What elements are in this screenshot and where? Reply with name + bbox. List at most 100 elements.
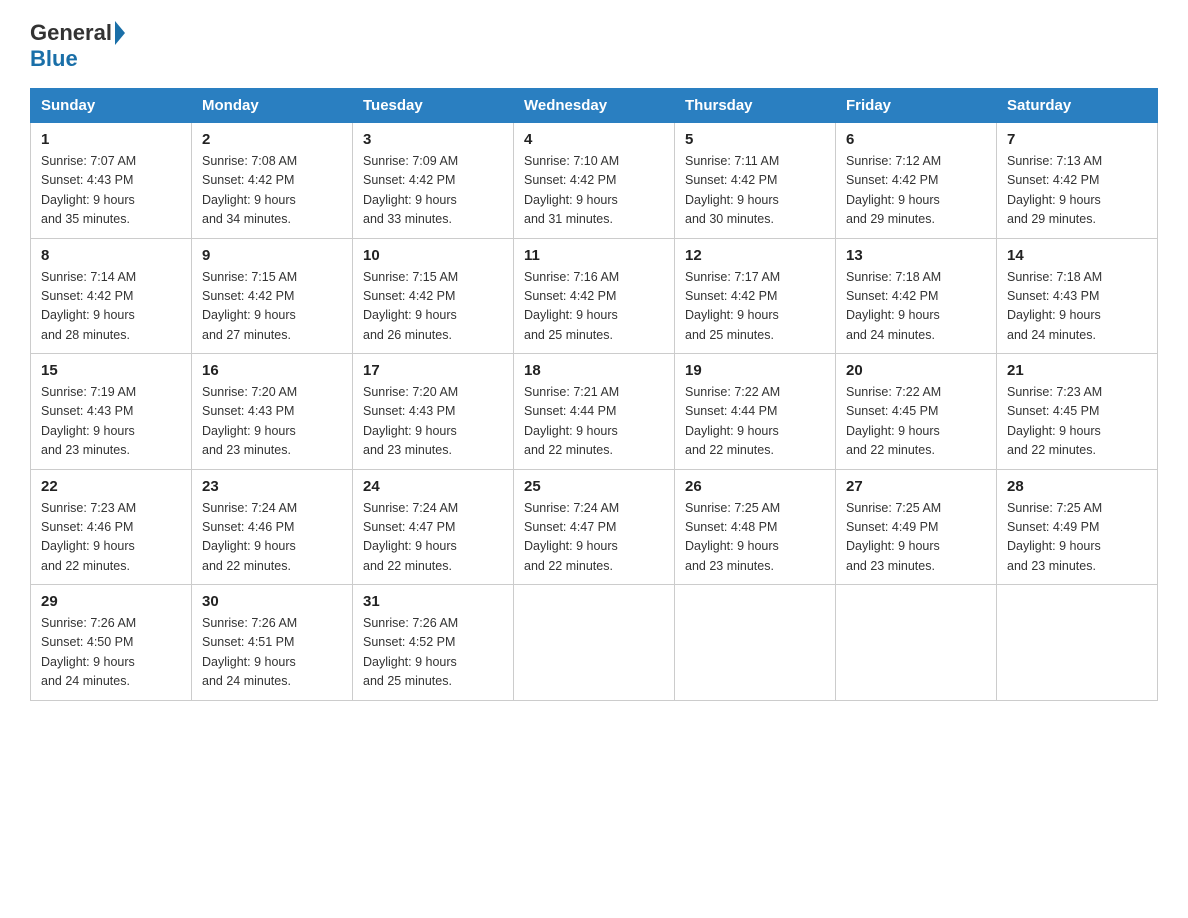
calendar-cell: 2 Sunrise: 7:08 AMSunset: 4:42 PMDayligh… xyxy=(192,123,353,239)
day-info: Sunrise: 7:24 AMSunset: 4:47 PMDaylight:… xyxy=(524,501,619,573)
day-info: Sunrise: 7:17 AMSunset: 4:42 PMDaylight:… xyxy=(685,270,780,342)
day-number: 5 xyxy=(685,131,825,148)
day-number: 28 xyxy=(1007,478,1147,495)
day-number: 6 xyxy=(846,131,986,148)
day-info: Sunrise: 7:25 AMSunset: 4:49 PMDaylight:… xyxy=(1007,501,1102,573)
calendar-cell: 12 Sunrise: 7:17 AMSunset: 4:42 PMDaylig… xyxy=(675,238,836,354)
calendar-cell: 26 Sunrise: 7:25 AMSunset: 4:48 PMDaylig… xyxy=(675,469,836,585)
day-info: Sunrise: 7:20 AMSunset: 4:43 PMDaylight:… xyxy=(363,385,458,457)
day-number: 13 xyxy=(846,247,986,264)
weekday-header-monday: Monday xyxy=(192,89,353,123)
calendar-cell: 15 Sunrise: 7:19 AMSunset: 4:43 PMDaylig… xyxy=(31,354,192,470)
logo-triangle-icon xyxy=(115,21,125,45)
page-header: General Blue xyxy=(30,20,1158,72)
day-number: 27 xyxy=(846,478,986,495)
calendar-cell: 17 Sunrise: 7:20 AMSunset: 4:43 PMDaylig… xyxy=(353,354,514,470)
day-number: 25 xyxy=(524,478,664,495)
calendar-cell: 31 Sunrise: 7:26 AMSunset: 4:52 PMDaylig… xyxy=(353,585,514,701)
day-number: 12 xyxy=(685,247,825,264)
day-info: Sunrise: 7:11 AMSunset: 4:42 PMDaylight:… xyxy=(685,154,779,226)
calendar-cell: 19 Sunrise: 7:22 AMSunset: 4:44 PMDaylig… xyxy=(675,354,836,470)
calendar-cell xyxy=(836,585,997,701)
calendar-cell: 11 Sunrise: 7:16 AMSunset: 4:42 PMDaylig… xyxy=(514,238,675,354)
day-number: 7 xyxy=(1007,131,1147,148)
calendar-cell: 20 Sunrise: 7:22 AMSunset: 4:45 PMDaylig… xyxy=(836,354,997,470)
logo: General Blue xyxy=(30,20,128,72)
calendar-body: 1 Sunrise: 7:07 AMSunset: 4:43 PMDayligh… xyxy=(31,123,1158,701)
day-info: Sunrise: 7:19 AMSunset: 4:43 PMDaylight:… xyxy=(41,385,136,457)
day-info: Sunrise: 7:22 AMSunset: 4:44 PMDaylight:… xyxy=(685,385,780,457)
calendar-cell: 23 Sunrise: 7:24 AMSunset: 4:46 PMDaylig… xyxy=(192,469,353,585)
day-number: 4 xyxy=(524,131,664,148)
day-info: Sunrise: 7:23 AMSunset: 4:45 PMDaylight:… xyxy=(1007,385,1102,457)
day-info: Sunrise: 7:18 AMSunset: 4:42 PMDaylight:… xyxy=(846,270,941,342)
day-number: 24 xyxy=(363,478,503,495)
logo-blue-text: Blue xyxy=(30,46,78,72)
day-number: 23 xyxy=(202,478,342,495)
day-number: 30 xyxy=(202,593,342,610)
day-info: Sunrise: 7:26 AMSunset: 4:51 PMDaylight:… xyxy=(202,616,297,688)
calendar-cell: 18 Sunrise: 7:21 AMSunset: 4:44 PMDaylig… xyxy=(514,354,675,470)
calendar-week-4: 22 Sunrise: 7:23 AMSunset: 4:46 PMDaylig… xyxy=(31,469,1158,585)
calendar-cell: 5 Sunrise: 7:11 AMSunset: 4:42 PMDayligh… xyxy=(675,123,836,239)
day-info: Sunrise: 7:18 AMSunset: 4:43 PMDaylight:… xyxy=(1007,270,1102,342)
day-number: 21 xyxy=(1007,362,1147,379)
calendar-cell: 9 Sunrise: 7:15 AMSunset: 4:42 PMDayligh… xyxy=(192,238,353,354)
day-number: 22 xyxy=(41,478,181,495)
day-number: 18 xyxy=(524,362,664,379)
day-info: Sunrise: 7:23 AMSunset: 4:46 PMDaylight:… xyxy=(41,501,136,573)
day-info: Sunrise: 7:26 AMSunset: 4:50 PMDaylight:… xyxy=(41,616,136,688)
calendar-cell xyxy=(675,585,836,701)
calendar-cell: 13 Sunrise: 7:18 AMSunset: 4:42 PMDaylig… xyxy=(836,238,997,354)
day-number: 11 xyxy=(524,247,664,264)
weekday-header-tuesday: Tuesday xyxy=(353,89,514,123)
day-info: Sunrise: 7:21 AMSunset: 4:44 PMDaylight:… xyxy=(524,385,619,457)
calendar-cell xyxy=(514,585,675,701)
day-info: Sunrise: 7:09 AMSunset: 4:42 PMDaylight:… xyxy=(363,154,458,226)
weekday-header-sunday: Sunday xyxy=(31,89,192,123)
weekday-header-row: SundayMondayTuesdayWednesdayThursdayFrid… xyxy=(31,89,1158,123)
day-number: 1 xyxy=(41,131,181,148)
weekday-header-wednesday: Wednesday xyxy=(514,89,675,123)
day-number: 9 xyxy=(202,247,342,264)
calendar-cell: 3 Sunrise: 7:09 AMSunset: 4:42 PMDayligh… xyxy=(353,123,514,239)
day-number: 17 xyxy=(363,362,503,379)
day-info: Sunrise: 7:13 AMSunset: 4:42 PMDaylight:… xyxy=(1007,154,1102,226)
calendar-cell: 16 Sunrise: 7:20 AMSunset: 4:43 PMDaylig… xyxy=(192,354,353,470)
calendar-cell xyxy=(997,585,1158,701)
weekday-header-thursday: Thursday xyxy=(675,89,836,123)
calendar-table: SundayMondayTuesdayWednesdayThursdayFrid… xyxy=(30,88,1158,701)
day-info: Sunrise: 7:24 AMSunset: 4:47 PMDaylight:… xyxy=(363,501,458,573)
calendar-cell: 29 Sunrise: 7:26 AMSunset: 4:50 PMDaylig… xyxy=(31,585,192,701)
calendar-cell: 1 Sunrise: 7:07 AMSunset: 4:43 PMDayligh… xyxy=(31,123,192,239)
calendar-week-3: 15 Sunrise: 7:19 AMSunset: 4:43 PMDaylig… xyxy=(31,354,1158,470)
calendar-cell: 14 Sunrise: 7:18 AMSunset: 4:43 PMDaylig… xyxy=(997,238,1158,354)
logo-general-text: General xyxy=(30,20,112,46)
day-number: 31 xyxy=(363,593,503,610)
day-info: Sunrise: 7:25 AMSunset: 4:49 PMDaylight:… xyxy=(846,501,941,573)
day-info: Sunrise: 7:25 AMSunset: 4:48 PMDaylight:… xyxy=(685,501,780,573)
day-number: 26 xyxy=(685,478,825,495)
day-info: Sunrise: 7:14 AMSunset: 4:42 PMDaylight:… xyxy=(41,270,136,342)
day-number: 29 xyxy=(41,593,181,610)
day-info: Sunrise: 7:10 AMSunset: 4:42 PMDaylight:… xyxy=(524,154,619,226)
day-info: Sunrise: 7:15 AMSunset: 4:42 PMDaylight:… xyxy=(363,270,458,342)
day-info: Sunrise: 7:15 AMSunset: 4:42 PMDaylight:… xyxy=(202,270,297,342)
calendar-cell: 7 Sunrise: 7:13 AMSunset: 4:42 PMDayligh… xyxy=(997,123,1158,239)
day-number: 8 xyxy=(41,247,181,264)
calendar-cell: 21 Sunrise: 7:23 AMSunset: 4:45 PMDaylig… xyxy=(997,354,1158,470)
calendar-cell: 30 Sunrise: 7:26 AMSunset: 4:51 PMDaylig… xyxy=(192,585,353,701)
calendar-cell: 24 Sunrise: 7:24 AMSunset: 4:47 PMDaylig… xyxy=(353,469,514,585)
calendar-week-5: 29 Sunrise: 7:26 AMSunset: 4:50 PMDaylig… xyxy=(31,585,1158,701)
calendar-cell: 28 Sunrise: 7:25 AMSunset: 4:49 PMDaylig… xyxy=(997,469,1158,585)
calendar-cell: 22 Sunrise: 7:23 AMSunset: 4:46 PMDaylig… xyxy=(31,469,192,585)
day-info: Sunrise: 7:08 AMSunset: 4:42 PMDaylight:… xyxy=(202,154,297,226)
day-number: 19 xyxy=(685,362,825,379)
calendar-week-2: 8 Sunrise: 7:14 AMSunset: 4:42 PMDayligh… xyxy=(31,238,1158,354)
weekday-header-saturday: Saturday xyxy=(997,89,1158,123)
calendar-cell: 4 Sunrise: 7:10 AMSunset: 4:42 PMDayligh… xyxy=(514,123,675,239)
calendar-cell: 8 Sunrise: 7:14 AMSunset: 4:42 PMDayligh… xyxy=(31,238,192,354)
calendar-cell: 25 Sunrise: 7:24 AMSunset: 4:47 PMDaylig… xyxy=(514,469,675,585)
day-number: 16 xyxy=(202,362,342,379)
calendar-week-1: 1 Sunrise: 7:07 AMSunset: 4:43 PMDayligh… xyxy=(31,123,1158,239)
